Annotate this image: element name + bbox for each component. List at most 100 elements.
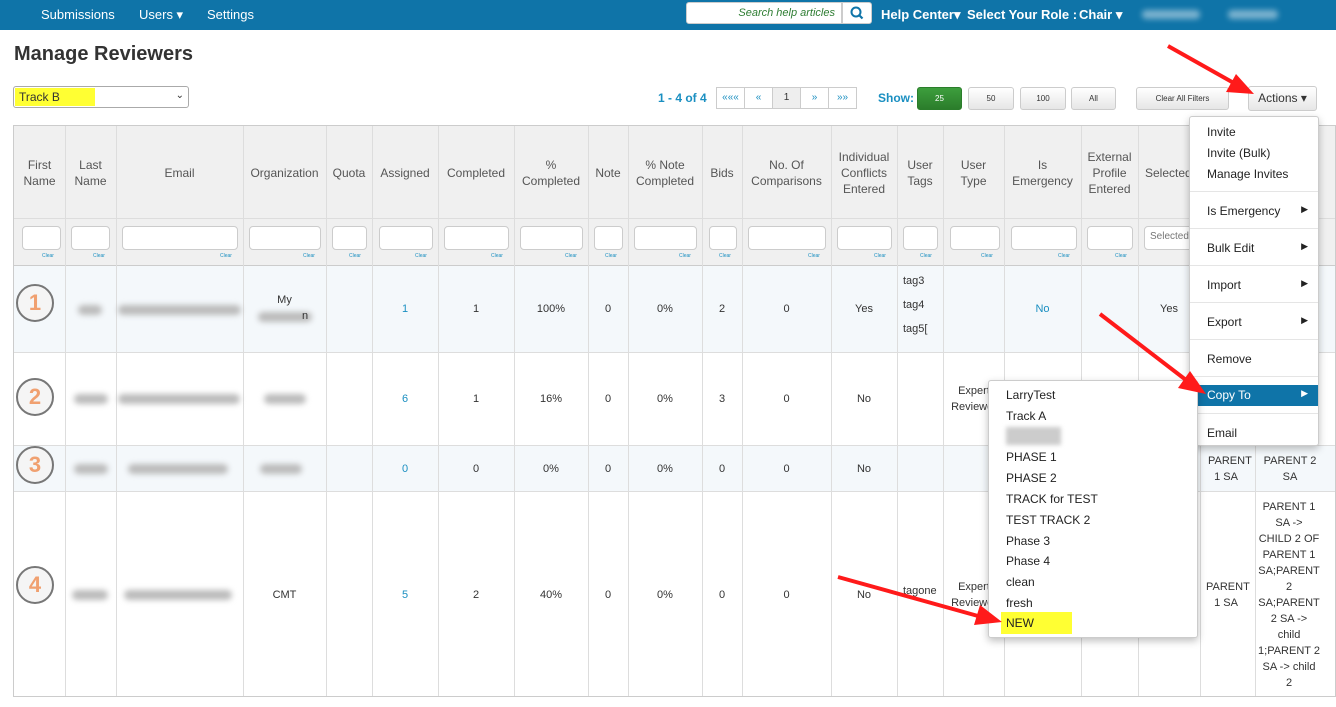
menu-email[interactable]: Email [1190, 423, 1318, 444]
col-user-tags[interactable]: User Tags [897, 126, 943, 219]
copy-to-track-a[interactable]: Track A [1006, 409, 1046, 429]
track-select[interactable]: Track B ⌄ [13, 86, 189, 108]
filter-pct-completed[interactable] [520, 226, 583, 250]
filter-last-name[interactable] [71, 226, 110, 250]
copy-to-phase-2[interactable]: PHASE 2 [1006, 471, 1057, 491]
show-25-button[interactable]: 25 [917, 87, 962, 110]
clear-filter-link[interactable]: Clear [565, 253, 577, 259]
filter-organization[interactable] [249, 226, 321, 250]
copy-to-track-for-test[interactable]: TRACK for TEST [1006, 492, 1098, 512]
col-bids[interactable]: Bids [702, 126, 742, 219]
clear-filter-link[interactable]: Clear [349, 253, 361, 259]
filter-bids[interactable] [709, 226, 737, 250]
copy-to-larrytest[interactable]: LarryTest [1006, 388, 1055, 408]
clear-filter-link[interactable]: Clear [415, 253, 427, 259]
pager-last[interactable]: »» [828, 87, 857, 109]
show-all-button[interactable]: All [1071, 87, 1116, 110]
clear-filter-link[interactable]: Clear [93, 253, 105, 259]
col-assigned[interactable]: Assigned [372, 126, 438, 219]
clear-filter-link[interactable]: Clear [220, 253, 232, 259]
copy-to-redacted[interactable] [1006, 427, 1061, 445]
filter-email[interactable] [122, 226, 238, 250]
clear-filter-link[interactable]: Clear [719, 253, 731, 259]
clear-filter-link[interactable]: Clear [874, 253, 886, 259]
filter-first-name[interactable] [22, 226, 61, 250]
col-note[interactable]: Note [588, 126, 628, 219]
cell-note-pct: 0% [657, 393, 673, 405]
col-email[interactable]: Email [116, 126, 243, 219]
copy-to-phase-4[interactable]: Phase 4 [1006, 554, 1050, 574]
col-organization[interactable]: Organization [243, 126, 326, 219]
nav-users[interactable]: Users ▾ [139, 7, 183, 23]
filter-external-profile[interactable] [1087, 226, 1133, 250]
menu-copy-to[interactable]: Copy To ▶ [1190, 385, 1318, 406]
filter-is-emergency[interactable] [1011, 226, 1077, 250]
menu-import[interactable]: Import ▶ [1190, 275, 1318, 296]
cell-assigned-link[interactable]: 0 [372, 461, 438, 477]
cell-assigned-link[interactable]: 1 [372, 301, 438, 317]
clear-filter-link[interactable]: Clear [491, 253, 503, 259]
clear-filter-link[interactable]: Clear [808, 253, 820, 259]
copy-to-new[interactable]: NEW [1001, 612, 1072, 634]
filter-user-type[interactable] [950, 226, 1000, 250]
col-first-name[interactable]: First Name [14, 126, 65, 219]
pager-page-1[interactable]: 1 [772, 87, 801, 109]
menu-invite-bulk[interactable]: Invite (Bulk) [1190, 143, 1318, 164]
cell-assigned-link[interactable]: 6 [372, 391, 438, 407]
clear-all-filters-button[interactable]: Clear All Filters [1136, 87, 1229, 110]
clear-filter-link[interactable]: Clear [981, 253, 993, 259]
filter-selected[interactable]: Selected [1144, 226, 1194, 250]
cell-assigned-link[interactable]: 5 [372, 587, 438, 603]
search-button[interactable] [842, 2, 872, 24]
copy-to-test-track-2[interactable]: TEST TRACK 2 [1006, 513, 1090, 533]
col-completed[interactable]: Completed [438, 126, 514, 219]
nav-help-center[interactable]: Help Center▾ [881, 7, 961, 23]
filter-completed[interactable] [444, 226, 509, 250]
nav-submissions[interactable]: Submissions [41, 7, 115, 22]
col-conflicts[interactable]: Individual Conflicts Entered [831, 126, 897, 219]
col-quota[interactable]: Quota [326, 126, 372, 219]
filter-user-tags[interactable] [903, 226, 938, 250]
col-comparisons[interactable]: No. Of Comparisons [742, 126, 831, 219]
pager-prev[interactable]: « [744, 87, 773, 109]
menu-export[interactable]: Export ▶ [1190, 312, 1318, 333]
filter-conflicts[interactable] [837, 226, 892, 250]
nav-settings[interactable]: Settings [207, 7, 254, 22]
col-last-name[interactable]: Last Name [65, 126, 116, 219]
copy-to-clean[interactable]: clean [1006, 575, 1035, 595]
show-100-button[interactable]: 100 [1020, 87, 1066, 110]
col-pct-completed[interactable]: % Completed [514, 126, 588, 219]
col-user-type[interactable]: User Type [943, 126, 1004, 219]
user-menu-redacted[interactable] [1228, 10, 1278, 19]
col-external-profile[interactable]: External Profile Entered [1081, 126, 1138, 219]
copy-to-phase-3[interactable]: Phase 3 [1006, 534, 1050, 554]
help-search-input[interactable]: Search help articles [686, 2, 842, 24]
redacted-last-name [74, 394, 108, 404]
menu-manage-invites[interactable]: Manage Invites [1190, 164, 1318, 185]
clear-filter-link[interactable]: Clear [605, 253, 617, 259]
clear-filter-link[interactable]: Clear [303, 253, 315, 259]
clear-filter-link[interactable]: Clear [42, 253, 54, 259]
role-select[interactable]: Chair ▾ [1079, 7, 1122, 23]
col-note-pct-completed[interactable]: % Note Completed [628, 126, 702, 219]
filter-assigned[interactable] [379, 226, 433, 250]
cell-is-emergency-link[interactable]: No [1004, 301, 1081, 317]
menu-remove[interactable]: Remove [1190, 349, 1318, 370]
menu-is-emergency[interactable]: Is Emergency ▶ [1190, 201, 1318, 222]
actions-button[interactable]: Actions ▾ [1248, 86, 1317, 111]
show-50-button[interactable]: 50 [968, 87, 1014, 110]
pager-next[interactable]: » [800, 87, 829, 109]
copy-to-phase-1[interactable]: PHASE 1 [1006, 450, 1057, 470]
filter-note[interactable] [594, 226, 623, 250]
pager-first[interactable]: ««« [716, 87, 745, 109]
filter-comparisons[interactable] [748, 226, 826, 250]
clear-filter-link[interactable]: Clear [1058, 253, 1070, 259]
menu-bulk-edit[interactable]: Bulk Edit ▶ [1190, 238, 1318, 259]
menu-invite[interactable]: Invite [1190, 122, 1318, 143]
filter-note-pct[interactable] [634, 226, 697, 250]
clear-filter-link[interactable]: Clear [920, 253, 932, 259]
clear-filter-link[interactable]: Clear [1115, 253, 1127, 259]
clear-filter-link[interactable]: Clear [679, 253, 691, 259]
col-is-emergency[interactable]: Is Emergency [1004, 126, 1081, 219]
filter-quota[interactable] [332, 226, 367, 250]
